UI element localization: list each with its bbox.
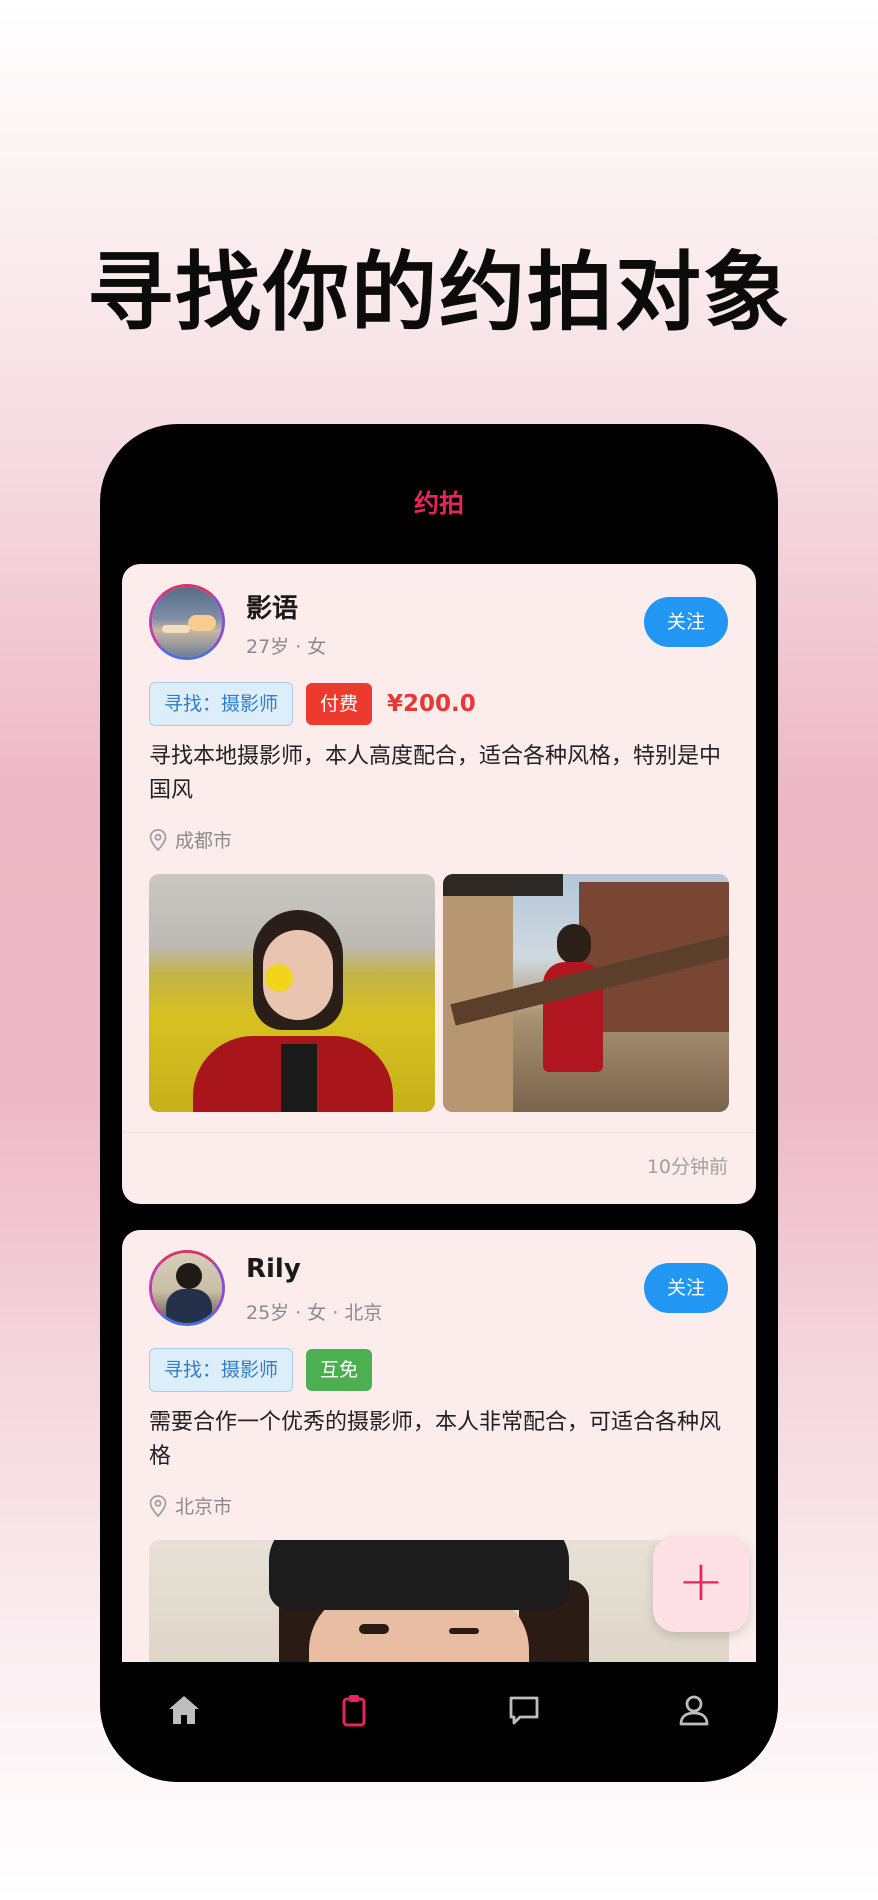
location-text: 北京市 xyxy=(175,1496,233,1518)
phone-frame: 约拍 影语 27岁 · 女 关注 寻找：摄影师 付费 ¥200.0 寻找本地摄影… xyxy=(100,424,778,1782)
location-text: 成都市 xyxy=(175,830,233,852)
post-photo[interactable] xyxy=(443,874,729,1112)
post-description: 需要合作一个优秀的摄影师，本人非常配合，可适合各种风格 xyxy=(149,1410,722,1469)
price: ¥200.0 xyxy=(387,691,476,717)
post-feed[interactable]: 影语 27岁 · 女 关注 寻找：摄影师 付费 ¥200.0 寻找本地摄影师，本… xyxy=(122,564,756,1662)
user-name[interactable]: 影语 xyxy=(246,588,298,625)
bottom-tab-bar xyxy=(100,1662,778,1782)
promo-headline: 寻找你的约拍对象 xyxy=(87,242,791,343)
profile-icon[interactable] xyxy=(676,1692,712,1728)
tag-row: 寻找：摄影师 互免 xyxy=(149,1348,373,1392)
post-photo[interactable] xyxy=(149,874,435,1112)
post-time: 10分钟前 xyxy=(646,1156,728,1178)
post-description: 寻找本地摄影师，本人高度配合，适合各种风格，特别是中国风 xyxy=(149,744,722,803)
post-photo[interactable] xyxy=(149,1540,729,1662)
location-pin-icon xyxy=(149,1494,167,1517)
post-card[interactable]: 影语 27岁 · 女 关注 寻找：摄影师 付费 ¥200.0 寻找本地摄影师，本… xyxy=(122,564,756,1204)
chat-icon[interactable] xyxy=(506,1692,542,1728)
avatar[interactable] xyxy=(149,584,225,660)
home-icon[interactable] xyxy=(166,1692,202,1728)
app-title: 约拍 xyxy=(413,489,464,518)
create-post-button[interactable]: + xyxy=(653,1536,749,1632)
fee-tag: 互免 xyxy=(306,1349,373,1391)
user-meta: 25岁 · 女 · 北京 xyxy=(246,1302,383,1324)
divider xyxy=(122,1132,756,1133)
fee-tag: 付费 xyxy=(306,683,373,725)
follow-button[interactable]: 关注 xyxy=(644,597,728,647)
seek-tag: 寻找：摄影师 xyxy=(149,682,294,726)
seek-tag: 寻找：摄影师 xyxy=(149,1348,294,1392)
location: 北京市 xyxy=(149,1492,232,1519)
follow-button[interactable]: 关注 xyxy=(644,1263,728,1313)
photo-grid xyxy=(149,874,729,1112)
user-name[interactable]: Rily xyxy=(246,1254,301,1284)
tag-row: 寻找：摄影师 付费 ¥200.0 xyxy=(149,682,476,726)
avatar[interactable] xyxy=(149,1250,225,1326)
location: 成都市 xyxy=(149,826,232,853)
user-meta: 27岁 · 女 xyxy=(246,636,327,658)
clipboard-icon[interactable] xyxy=(336,1692,372,1728)
location-pin-icon xyxy=(149,828,167,851)
